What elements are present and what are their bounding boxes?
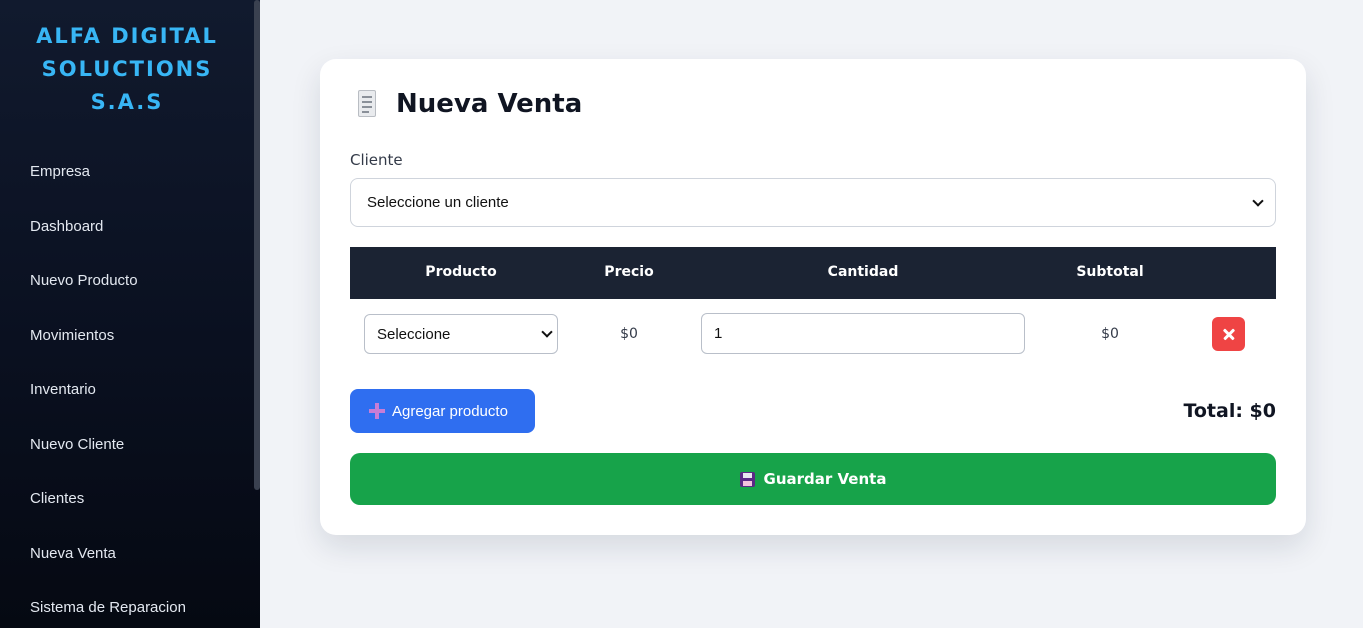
sidebar-item-inventario[interactable]: Inventario [30, 381, 96, 398]
sidebar-item-movimientos[interactable]: Movimientos [30, 327, 114, 344]
chevron-down-icon [1252, 195, 1264, 207]
brand-line-3: S.A.S [90, 90, 164, 114]
new-sale-card: Nueva Venta Cliente Seleccione un client… [320, 59, 1306, 535]
sidebar-item-nuevo-cliente[interactable]: Nuevo Cliente [30, 436, 124, 453]
product-select[interactable]: Seleccione [364, 314, 558, 354]
product-select-value: Seleccione [377, 326, 451, 343]
sidebar-item-nueva-venta[interactable]: Nueva Venta [30, 545, 116, 562]
sidebar-item-dashboard[interactable]: Dashboard [30, 218, 103, 235]
subtotal-cell: $0 [1101, 326, 1119, 342]
client-select-value: Seleccione un cliente [367, 194, 509, 211]
sidebar-item-sistema-de-reparacion[interactable]: Sistema de Reparacion [30, 599, 186, 616]
brand-logo-text: ALFA DIGITAL SOLUCTIONS S.A.S [0, 20, 254, 119]
add-product-button[interactable]: Agregar producto [350, 389, 535, 433]
plus-icon [369, 403, 385, 419]
brand-line-2: SOLUCTIONS [41, 57, 213, 81]
column-header-cantidad: Cantidad [827, 264, 899, 280]
save-sale-button[interactable]: Guardar Venta [350, 453, 1276, 505]
client-label: Cliente [350, 151, 403, 169]
column-header-precio: Precio [604, 264, 654, 280]
sidebar: ALFA DIGITAL SOLUCTIONS S.A.S Empresa Da… [0, 0, 260, 628]
client-select[interactable]: Seleccione un cliente [350, 178, 1276, 227]
receipt-icon [356, 89, 378, 119]
save-sale-label: Guardar Venta [763, 470, 887, 488]
brand-line-1: ALFA DIGITAL [36, 24, 218, 48]
products-table-header: Producto Precio Cantidad Subtotal [350, 247, 1276, 299]
sidebar-item-nuevo-producto[interactable]: Nuevo Producto [30, 272, 138, 289]
chevron-down-icon [541, 326, 553, 338]
sidebar-item-clientes[interactable]: Clientes [30, 490, 84, 507]
page-title-text: Nueva Venta [396, 89, 583, 119]
sidebar-item-empresa[interactable]: Empresa [30, 163, 90, 180]
column-header-subtotal: Subtotal [1076, 264, 1144, 280]
total-amount: Total: $0 [1183, 400, 1276, 422]
remove-product-button[interactable] [1212, 317, 1245, 351]
add-product-label: Agregar producto [392, 402, 508, 420]
column-header-producto: Producto [425, 264, 497, 280]
quantity-input[interactable] [701, 313, 1025, 354]
floppy-disk-icon [739, 471, 755, 487]
sidebar-scrollbar[interactable] [254, 0, 260, 490]
page-title: Nueva Venta [356, 89, 582, 119]
price-cell: $0 [620, 326, 638, 342]
